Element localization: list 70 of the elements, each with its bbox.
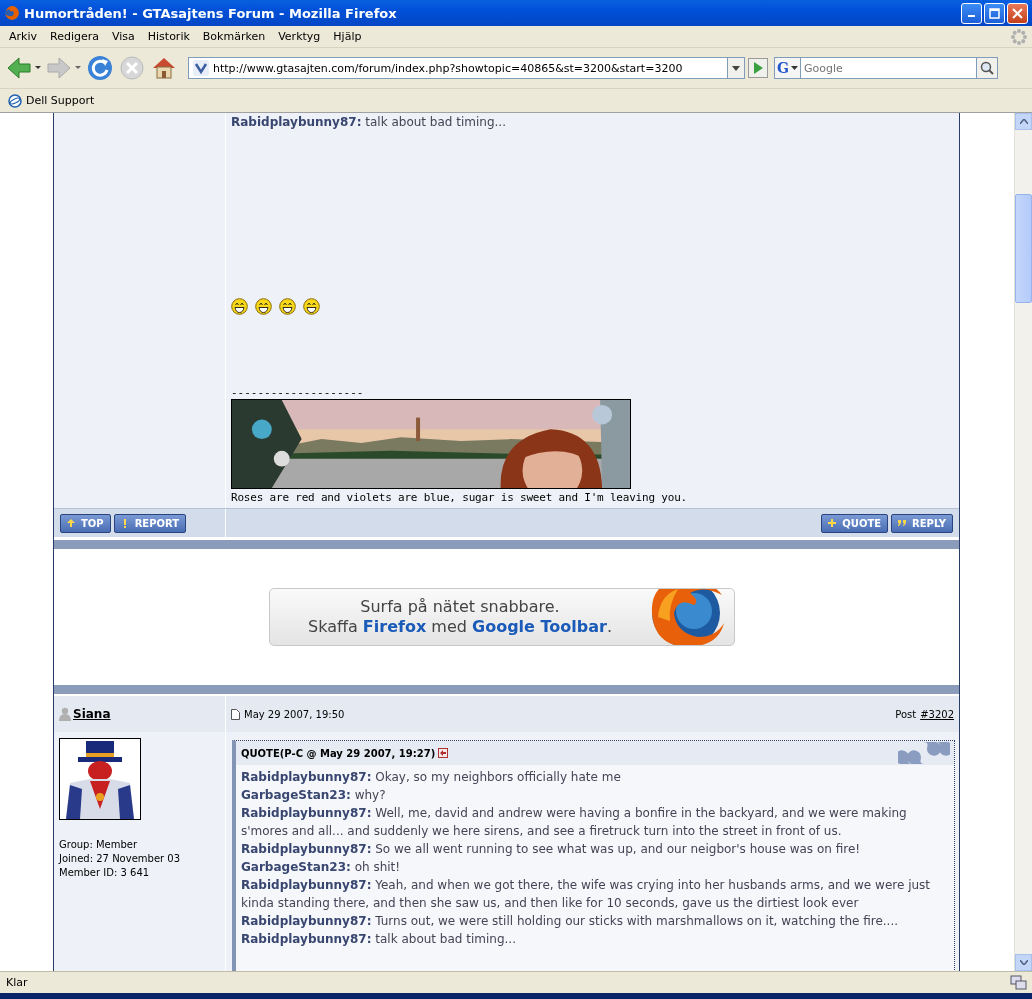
post-button[interactable]: TOP <box>60 513 111 533</box>
post-line: Rabidplaybunny87: talk about bad timing... <box>231 114 507 131</box>
minimize-icon <box>968 15 975 17</box>
search-engine-button[interactable]: G <box>774 57 801 79</box>
plus-icon <box>827 518 838 528</box>
throbber-icon <box>1010 27 1028 46</box>
laughing-smiley-icon <box>255 298 272 315</box>
ad-text: Surfa på nätet snabbare. <box>359 597 561 617</box>
ad-banner[interactable]: Surfa på nätet snabbare. Skaffa Firefox med Google Toolbar. <box>269 588 735 646</box>
dropdown-button[interactable] <box>727 57 745 79</box>
bookmark-link[interactable]: Dell Support <box>26 94 95 107</box>
laughing-smiley-icon <box>303 298 320 315</box>
caret-icon <box>790 66 798 70</box>
member-info: Joined: 27 November 03 <box>59 852 182 866</box>
member-info: Group: Member <box>59 838 139 852</box>
quote-line: Rabidplaybunny87: So we all went running to see what was up, and our neigbor's house was on fire! <box>241 841 862 858</box>
menu-item[interactable]: Arkiv <box>3 30 44 43</box>
post-label: Post <box>895 708 917 720</box>
close-button[interactable] <box>1007 2 1028 24</box>
network-status-icon <box>1010 974 1028 991</box>
address-field[interactable]: http://www.gtasajten.com/forum/index.php?showtopic=40865&st=3200&start=3200 <box>209 57 727 79</box>
post-number-link[interactable]: #3202 <box>920 708 954 720</box>
menu-item[interactable]: Verktyg <box>272 30 328 43</box>
status-text: Klar <box>6 976 28 989</box>
chevron-up-icon <box>1019 119 1028 124</box>
post-date: May 29 2007, 19:50 <box>244 708 345 720</box>
quote-line: Rabidplaybunny87: Well, me, david and andrew were having a bonfire in the backyard, and we were making s'mores and all... and suddenly we here sirens, and see a firetruck turn into the street in front of us. <box>241 805 908 840</box>
maximize-button[interactable] <box>984 2 1005 24</box>
laughing-smiley-icon <box>231 298 248 315</box>
bookmark-icon <box>8 93 22 108</box>
search-field[interactable]: Google <box>800 57 976 79</box>
menu-item[interactable]: Redigera <box>44 30 106 43</box>
post-button[interactable]: REPLY <box>891 513 953 533</box>
post-button[interactable]: QUOTE <box>821 513 889 533</box>
maximize-icon <box>989 7 1000 19</box>
quote-line: Rabidplaybunny87: Yeah, and when we got there, the wife was crying into her husbands arms, and we were just kinda standing there, and then she saw us, and then like for 10 seconds, gave us the dirtiest look ever <box>241 877 932 912</box>
author-link[interactable]: Siana <box>73 707 111 721</box>
quote-line: GarbageStan23: oh shit! <box>241 859 402 876</box>
quote-line: GarbageStan23: why? <box>241 787 387 804</box>
scroll-down-button[interactable] <box>1015 954 1032 971</box>
caret-icon <box>732 65 740 71</box>
link-arrow-icon <box>438 748 449 758</box>
search-button[interactable] <box>976 57 998 79</box>
firefox-logo-icon <box>4 5 20 21</box>
scroll-up-button[interactable] <box>1015 113 1032 130</box>
ad-text: Skaffa Firefox med Google Toolbar. <box>307 617 613 637</box>
menu-item[interactable]: Historik <box>141 30 197 43</box>
menu-item[interactable]: Visa <box>105 30 142 43</box>
window-title: Humortråden! - GTAsajtens Forum - Mozilla Firefox <box>24 5 398 21</box>
user-offline-icon <box>59 707 71 721</box>
signature-text: Roses are red and violets are blue, sugar is sweet and I'm leaving you. <box>231 491 688 504</box>
laughing-smiley-icon <box>279 298 296 315</box>
arrow-up-icon <box>66 518 76 528</box>
quote-line: Rabidplaybunny87: talk about bad timing... <box>241 931 517 948</box>
menu-item[interactable]: Hjälp <box>327 30 369 43</box>
menu-item[interactable]: Bokmärken <box>196 30 273 43</box>
member-info: Member ID: 3 641 <box>59 866 151 880</box>
post-button[interactable]: REPORT <box>113 513 187 533</box>
scroll-thumb[interactable] <box>1015 194 1032 303</box>
document-icon <box>231 708 240 720</box>
quote-header: QUOTE(P-C @ May 29 2007, 19:27) <box>241 747 436 759</box>
quote-line: Rabidplaybunny87: Okay, so my neighbors officially hate me <box>241 769 622 786</box>
site-icon <box>193 60 209 76</box>
quote-line: Rabidplaybunny87: Turns out, we were still holding our sticks with marshmallows on it, watching the fire.... <box>241 913 900 930</box>
chevron-down-icon <box>1019 960 1028 965</box>
back-button[interactable] <box>6 55 42 81</box>
minimize-button[interactable] <box>961 2 982 24</box>
signature-divider: -------------------- <box>231 386 365 399</box>
close-icon <box>1012 7 1023 19</box>
reload-button[interactable] <box>86 54 114 82</box>
